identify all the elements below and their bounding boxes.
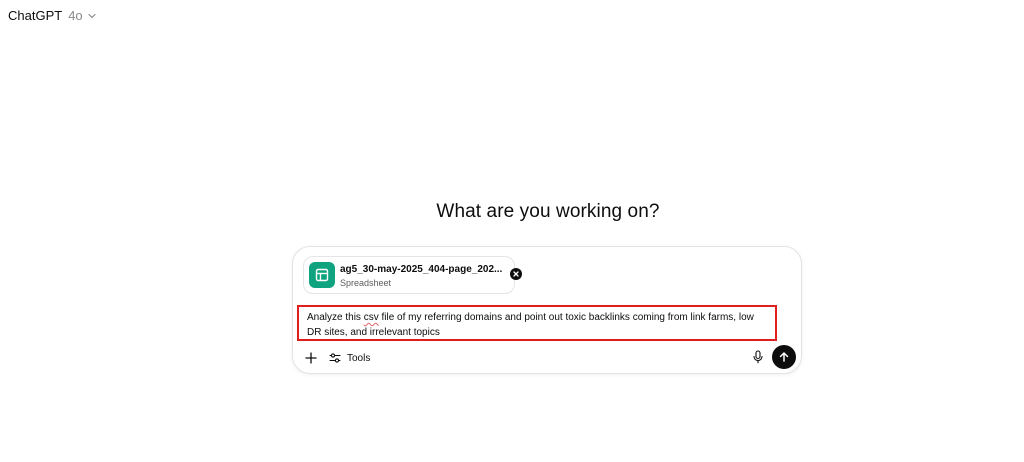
arrow-up-icon: [779, 352, 789, 362]
plus-icon: [305, 352, 317, 364]
tools-label: Tools: [347, 352, 371, 364]
prompt-input[interactable]: Analyze this csv file of my referring do…: [297, 305, 777, 341]
model-name: ChatGPT: [8, 8, 63, 23]
send-button[interactable]: [772, 345, 796, 369]
file-type: Spreadsheet: [340, 278, 392, 288]
microphone-icon: [753, 350, 763, 364]
remove-attachment-button[interactable]: [510, 268, 522, 280]
close-icon: [513, 271, 519, 277]
sliders-icon: [329, 353, 341, 363]
prompt-text-csv: csv: [363, 312, 379, 323]
model-version: 4o: [68, 8, 83, 23]
voice-input-button[interactable]: [749, 348, 767, 366]
add-button[interactable]: [303, 350, 319, 366]
spreadsheet-icon: [309, 262, 335, 288]
model-selector[interactable]: ChatGPT 4o: [8, 8, 97, 23]
chat-page: ChatGPT 4o What are you working on? ag5_…: [0, 0, 1024, 462]
file-name: ag5_30-may-2025_404-page_202...: [340, 264, 503, 275]
file-attachment[interactable]: ag5_30-may-2025_404-page_202... Spreadsh…: [303, 256, 522, 294]
page-title: What are you working on?: [436, 201, 660, 222]
prompt-text-start: Analyze this: [307, 312, 364, 323]
composer: ag5_30-may-2025_404-page_202... Spreadsh…: [292, 246, 802, 374]
tools-button[interactable]: Tools: [329, 350, 370, 366]
chevron-down-icon: [88, 13, 96, 19]
